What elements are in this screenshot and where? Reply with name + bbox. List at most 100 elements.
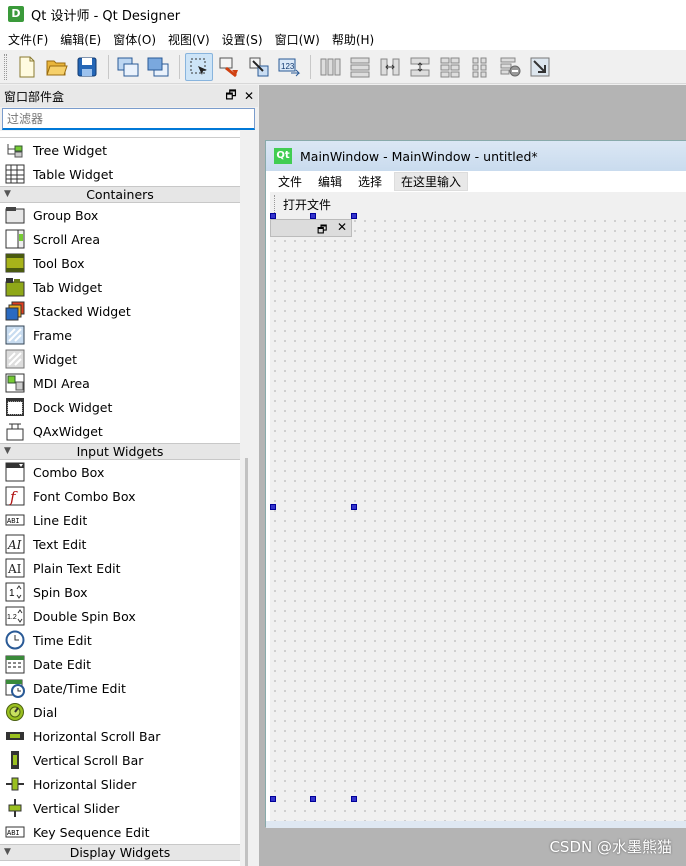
item-label: Frame (33, 327, 72, 343)
form-bottom-border (266, 821, 686, 828)
group-box-icon (5, 205, 25, 225)
list-item[interactable]: Horizontal Slider (0, 772, 240, 796)
adjust-size-button[interactable] (526, 53, 554, 81)
category-header[interactable]: ▼ Display Widgets (0, 844, 240, 861)
list-item[interactable]: MDI Area (0, 371, 240, 395)
break-layout-button[interactable] (496, 53, 524, 81)
selection-handle[interactable] (351, 796, 357, 802)
list-item[interactable]: Stacked Widget (0, 299, 240, 323)
menu-window[interactable]: 窗口(W) (269, 31, 326, 48)
save-disk-icon (77, 57, 97, 76)
item-label: Combo Box (33, 464, 105, 480)
dock-close-icon[interactable]: ✕ (337, 220, 347, 234)
selection-handle[interactable] (310, 213, 316, 219)
lay-out-grid-button[interactable] (466, 53, 494, 81)
list-item[interactable]: Time Edit (0, 628, 240, 652)
list-item[interactable]: Group Box (0, 203, 240, 227)
menu-form[interactable]: 窗体(O) (107, 31, 162, 48)
lay-out-horizontally-button[interactable] (316, 53, 344, 81)
form-menu-select[interactable]: 选择 (350, 173, 390, 190)
save-form-button[interactable] (73, 53, 101, 81)
new-file-icon (19, 56, 35, 77)
category-header[interactable]: ▼ Containers (0, 186, 240, 203)
list-item[interactable]: Dial (0, 700, 240, 724)
list-item[interactable]: Vertical Slider (0, 796, 240, 820)
selection-handle[interactable] (351, 504, 357, 510)
dock-close-button[interactable]: ✕ (240, 89, 258, 103)
form-canvas[interactable] (270, 216, 686, 821)
lay-out-form-button[interactable] (436, 53, 464, 81)
list-item[interactable]: Horizontal Scroll Bar (0, 724, 240, 748)
widget-list: Tree Widget Table Widget ▼ Containers Gro… (0, 131, 240, 866)
widget-list-scrollbar[interactable] (240, 131, 256, 866)
list-item[interactable]: Dock Widget (0, 395, 240, 419)
expand-arrow-icon: ▼ (4, 189, 11, 199)
item-label: Dock Widget (33, 399, 113, 415)
list-item[interactable]: f Font Combo Box (0, 484, 240, 508)
form-menu-edit[interactable]: 编辑 (310, 173, 350, 190)
lay-out-vertically-button[interactable] (346, 53, 374, 81)
item-label: Key Sequence Edit (33, 824, 150, 840)
scrollbar-thumb[interactable] (245, 458, 248, 866)
list-item[interactable]: AI Text Edit (0, 532, 240, 556)
category-header[interactable]: ▼ Input Widgets (0, 443, 240, 460)
list-item[interactable]: 1 Spin Box (0, 580, 240, 604)
selection-handle[interactable] (270, 213, 276, 219)
menu-settings[interactable]: 设置(S) (216, 31, 269, 48)
form-title-bar[interactable]: Qt MainWindow - MainWindow - untitled* (266, 141, 686, 171)
main-menubar: 文件(F) 编辑(E) 窗体(O) 视图(V) 设置(S) 窗口(W) 帮助(H… (0, 28, 686, 50)
list-item[interactable]: AI Plain Text Edit (0, 556, 240, 580)
list-item[interactable]: ABI Line Edit (0, 508, 240, 532)
dock-float-button[interactable]: 🗗 (222, 86, 240, 107)
list-item[interactable]: ABI Key Sequence Edit (0, 820, 240, 844)
layout-horizontal-icon (320, 58, 341, 75)
menu-view[interactable]: 视图(V) (162, 31, 216, 48)
list-item[interactable]: Frame (0, 323, 240, 347)
type-here-menu[interactable]: 在这里输入 (394, 172, 469, 191)
bring-to-front-button[interactable] (144, 53, 172, 81)
edit-signals-slots-button[interactable] (215, 53, 243, 81)
widget-filter-input[interactable] (2, 108, 255, 130)
list-item[interactable]: Widget (0, 347, 240, 371)
send-to-back-button[interactable] (114, 53, 142, 81)
list-item[interactable]: Scroll Area (0, 227, 240, 251)
list-item[interactable]: Vertical Scroll Bar (0, 748, 240, 772)
list-item[interactable]: Tree Widget (0, 138, 240, 162)
selection-handle[interactable] (270, 796, 276, 802)
menu-help[interactable]: 帮助(H) (326, 31, 380, 48)
item-label: Spin Box (33, 584, 88, 600)
list-item[interactable]: Date/Time Edit (0, 676, 240, 700)
form-menu-file[interactable]: 文件 (270, 173, 310, 190)
open-form-button[interactable] (43, 53, 71, 81)
selection-handle[interactable] (310, 796, 316, 802)
edit-widgets-button[interactable] (185, 52, 213, 81)
item-label: Vertical Scroll Bar (33, 752, 144, 768)
new-form-button[interactable] (13, 53, 41, 81)
selection-handle[interactable] (270, 504, 276, 510)
lay-out-horizontal-splitter-button[interactable] (376, 53, 404, 81)
category-label: Containers (86, 187, 154, 202)
edit-buddies-button[interactable] (245, 53, 273, 81)
edit-tab-order-button[interactable]: 123 (275, 53, 303, 81)
menu-edit[interactable]: 编辑(E) (54, 31, 107, 48)
list-item[interactable]: Tab Widget (0, 275, 240, 299)
lay-out-vertical-splitter-button[interactable] (406, 53, 434, 81)
window-title: Qt 设计师 - Qt Designer (31, 8, 181, 24)
list-item[interactable]: Date Edit (0, 652, 240, 676)
list-item[interactable]: QAxWidget (0, 419, 240, 443)
open-file-action[interactable]: 打开文件 (283, 196, 331, 213)
form-toolbar-grip[interactable] (274, 195, 277, 213)
selection-handle[interactable] (351, 213, 357, 219)
list-item[interactable]: Table Widget (0, 162, 240, 186)
form-dock-widget[interactable]: 🗗 ✕ (270, 219, 352, 237)
list-item[interactable]: Tool Box (0, 251, 240, 275)
time-edit-icon (5, 630, 25, 650)
dial-icon (5, 702, 25, 722)
menu-file[interactable]: 文件(F) (2, 31, 54, 48)
list-item[interactable]: 1.2 Double Spin Box (0, 604, 240, 628)
toolbar-grip[interactable] (4, 53, 7, 80)
list-item[interactable]: Combo Box (0, 460, 240, 484)
dock-float-icon[interactable]: 🗗 (317, 221, 327, 240)
qaxwidget-icon (5, 421, 25, 441)
splitter-horizontal-icon (380, 58, 400, 75)
